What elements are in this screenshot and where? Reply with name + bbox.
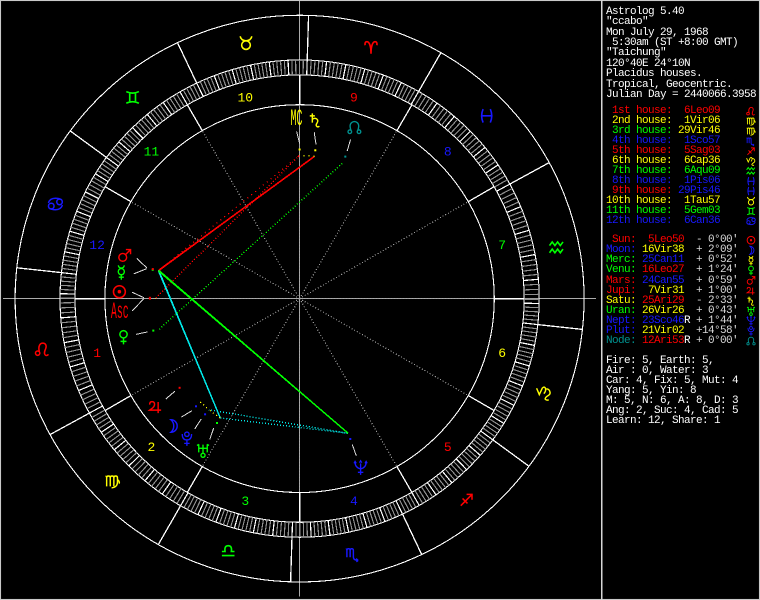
svg-text:5: 5 (444, 440, 452, 455)
svg-text:1: 1 (93, 346, 101, 361)
svg-text:7: 7 (498, 238, 506, 253)
svg-text:3: 3 (241, 494, 249, 509)
svg-text:Asc: Asc (111, 300, 129, 326)
svg-text:2: 2 (147, 440, 155, 455)
svg-text:9: 9 (350, 90, 358, 105)
svg-text:6: 6 (498, 346, 506, 361)
svg-text:MC: MC (291, 107, 303, 133)
svg-text:10: 10 (237, 90, 253, 105)
svg-text:11: 11 (144, 144, 160, 159)
svg-text:4: 4 (350, 494, 358, 509)
svg-text:8: 8 (444, 144, 452, 159)
svg-text:12: 12 (89, 238, 105, 253)
